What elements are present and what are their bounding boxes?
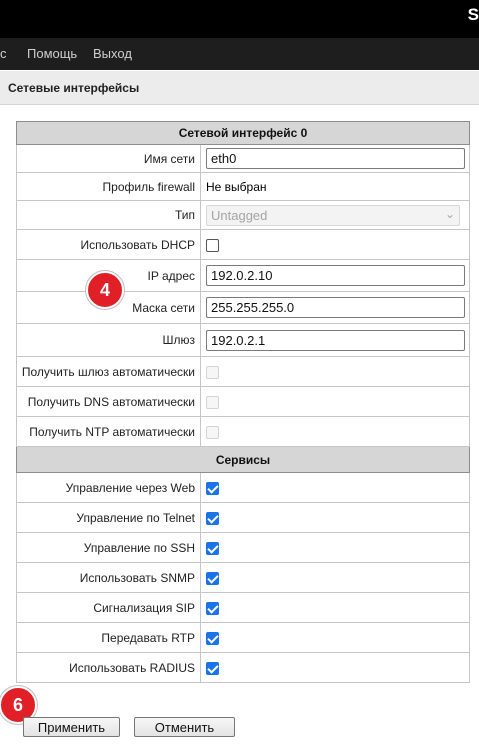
auto-dns-row: Получить DNS автоматически [16, 386, 470, 417]
auto-gateway-checkbox[interactable] [206, 365, 219, 379]
type-row: Тип Untagged ⌄ [16, 200, 470, 230]
service-rtp-checkbox[interactable] [206, 631, 219, 645]
services-section-title: Сервисы [16, 446, 470, 473]
apply-button[interactable]: Применить [23, 717, 120, 737]
brand-logo: S [467, 5, 479, 24]
service-row: Управление по SSH [16, 532, 470, 563]
ip-address-input[interactable] [206, 265, 465, 286]
service-ssh-checkbox[interactable] [206, 541, 219, 555]
gateway-row: Шлюз [16, 323, 470, 357]
top-bar: S [0, 0, 479, 38]
firewall-profile-value: Не выбран [200, 172, 470, 201]
services-section-header: Сервисы [16, 446, 470, 473]
dhcp-label: Использовать DHCP [16, 229, 201, 260]
netmask-row: Маска сети [16, 291, 470, 324]
auto-gateway-label: Получить шлюз автоматически [16, 356, 201, 387]
chevron-down-icon: ⌄ [444, 206, 455, 221]
network-name-row: Имя сети [16, 144, 470, 173]
service-label: Использовать RADIUS [16, 652, 201, 683]
service-row: Управление по Telnet [16, 502, 470, 533]
auto-gateway-row: Получить шлюз автоматически [16, 356, 470, 387]
page-title: Сетевые интерфейсы [8, 81, 140, 95]
dhcp-row: Использовать DHCP [16, 229, 470, 260]
service-telnet-checkbox[interactable] [206, 511, 219, 525]
gateway-input[interactable] [206, 329, 465, 351]
netmask-input[interactable] [206, 297, 465, 318]
service-row: Передавать RTP [16, 622, 470, 653]
firewall-profile-label: Профиль firewall [16, 172, 201, 201]
main-menu: с Помощь Выход [0, 38, 479, 70]
interface-settings-table: Сетевой интерфейс 0 Имя сети Профиль fir… [16, 121, 470, 683]
dhcp-checkbox[interactable] [206, 238, 219, 252]
service-label: Сигнализация SIP [16, 592, 201, 623]
ip-address-row: IP адрес [16, 259, 470, 292]
service-web-checkbox[interactable] [206, 481, 219, 495]
type-select-value: Untagged [211, 207, 268, 223]
service-label: Управление по Telnet [16, 502, 201, 533]
auto-ntp-row: Получить NTP автоматически [16, 416, 470, 447]
service-radius-checkbox[interactable] [206, 661, 219, 675]
menu-item-help[interactable]: Помощь [27, 46, 77, 61]
service-row: Использовать SNMP [16, 562, 470, 593]
auto-ntp-checkbox[interactable] [206, 425, 219, 439]
network-name-input[interactable] [206, 148, 465, 169]
cancel-button[interactable]: Отменить [134, 717, 235, 737]
service-label: Использовать SNMP [16, 562, 201, 593]
interface-section-title: Сетевой интерфейс 0 [16, 121, 470, 145]
interface-section-header: Сетевой интерфейс 0 [16, 121, 470, 145]
type-label: Тип [16, 200, 201, 230]
service-label: Передавать RTP [16, 622, 201, 653]
service-label: Управление через Web [16, 472, 201, 503]
page-title-bar: Сетевые интерфейсы [0, 71, 479, 105]
menu-item-partial[interactable]: с [0, 46, 7, 61]
firewall-profile-row: Профиль firewall Не выбран [16, 172, 470, 201]
auto-dns-label: Получить DNS автоматически [16, 386, 201, 417]
service-row: Управление через Web [16, 472, 470, 503]
service-snmp-checkbox[interactable] [206, 571, 219, 585]
menu-item-exit[interactable]: Выход [93, 46, 132, 61]
auto-ntp-label: Получить NTP автоматически [16, 416, 201, 447]
gateway-label: Шлюз [16, 323, 201, 357]
service-sip-checkbox[interactable] [206, 601, 219, 615]
service-row: Сигнализация SIP [16, 592, 470, 623]
service-row: Использовать RADIUS [16, 652, 470, 683]
step-marker-4: 4 [86, 271, 124, 309]
type-select[interactable]: Untagged ⌄ [206, 204, 460, 226]
service-label: Управление по SSH [16, 532, 201, 563]
auto-dns-checkbox[interactable] [206, 395, 219, 409]
network-name-label: Имя сети [16, 144, 201, 173]
